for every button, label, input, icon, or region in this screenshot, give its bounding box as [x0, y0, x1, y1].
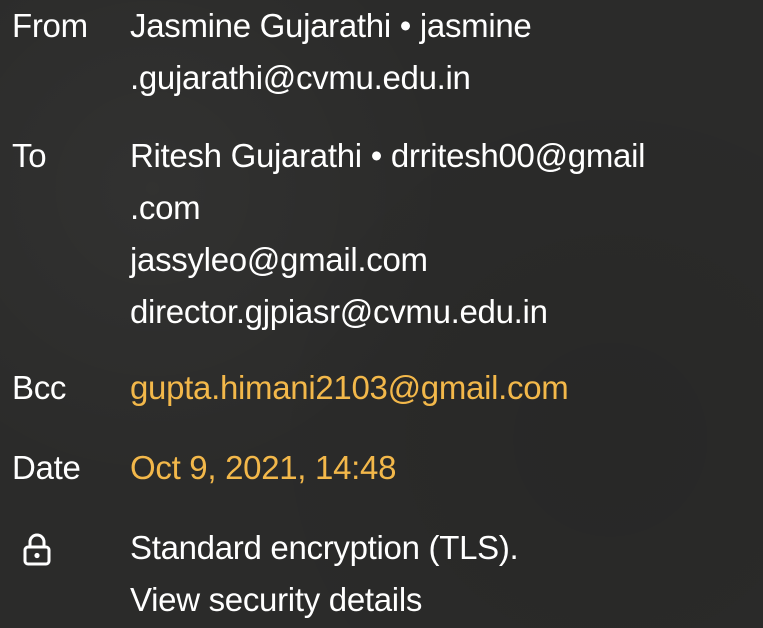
lock-icon	[23, 533, 51, 566]
date-label: Date	[12, 449, 81, 486]
to-email-part2[interactable]: .com	[130, 182, 759, 234]
from-email-part2[interactable]: .gujarathi@cvmu.edu.in	[130, 52, 759, 104]
from-separator: •	[399, 7, 412, 44]
security-text: Standard encryption (TLS).	[130, 529, 519, 566]
email-details-panel: From Jasmine Gujarathi • jasmine .gujara…	[0, 0, 763, 628]
from-label: From	[12, 7, 88, 44]
to-separator: •	[370, 137, 383, 174]
to-email-part1[interactable]: drritesh00@gmail	[391, 137, 646, 174]
bcc-label: Bcc	[12, 369, 67, 406]
view-security-details-link[interactable]: View security details	[130, 574, 759, 626]
to-additional-recipient[interactable]: jassyleo@gmail.com	[130, 234, 759, 286]
date-value[interactable]: Oct 9, 2021, 14:48	[130, 442, 759, 494]
from-name[interactable]: Jasmine Gujarathi	[130, 7, 391, 44]
to-value: Ritesh Gujarathi • drritesh00@gmail .com…	[130, 130, 759, 338]
from-email-part1[interactable]: jasmine	[420, 7, 532, 44]
from-value: Jasmine Gujarathi • jasmine .gujarathi@c…	[130, 0, 759, 104]
to-additional-recipient[interactable]: director.gjpiasr@cvmu.edu.in	[130, 286, 759, 338]
to-label: To	[12, 137, 47, 174]
to-name[interactable]: Ritesh Gujarathi	[130, 137, 362, 174]
bcc-email[interactable]: gupta.himani2103@gmail.com	[130, 362, 759, 414]
